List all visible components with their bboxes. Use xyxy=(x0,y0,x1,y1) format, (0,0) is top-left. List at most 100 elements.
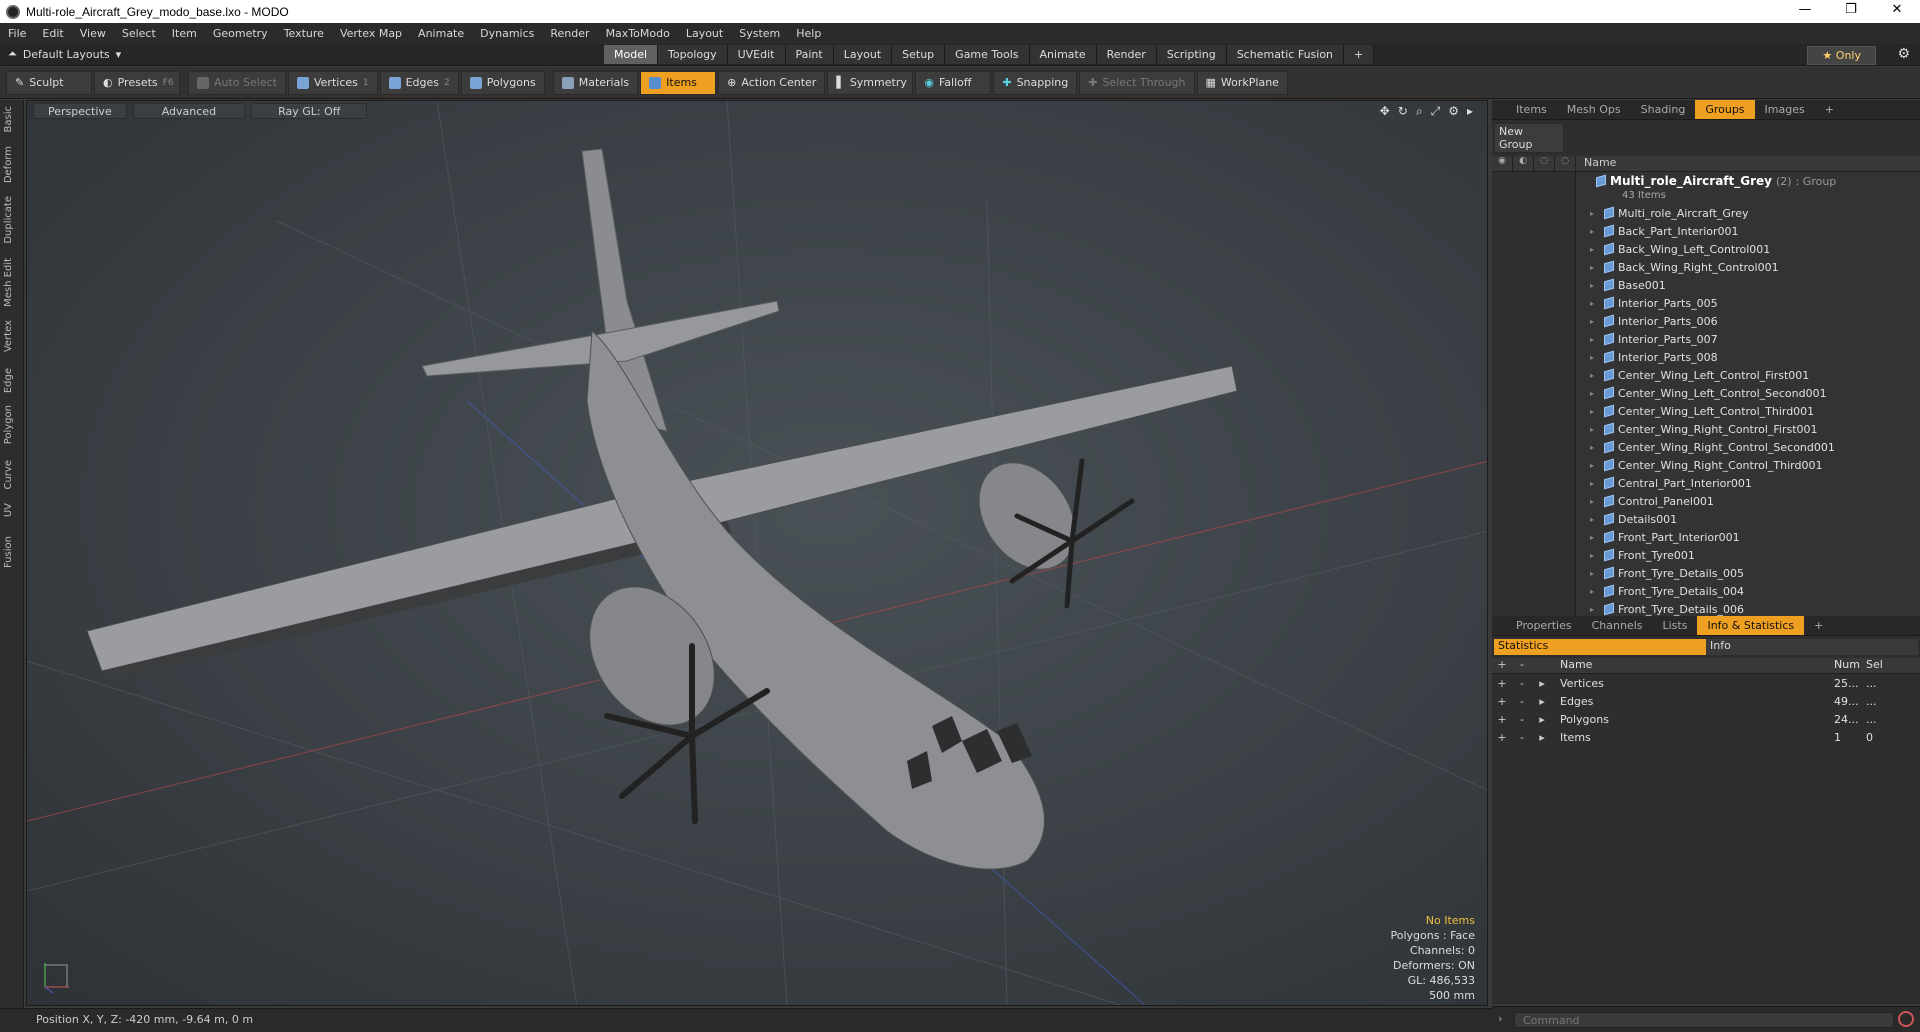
pan-icon[interactable]: ✥ xyxy=(1380,104,1390,119)
lock-col-icon[interactable]: ◌ xyxy=(1534,156,1555,171)
tree-row[interactable]: ▸ Center_Wing_Left_Control_First001 xyxy=(1590,366,1809,384)
add-col-icon[interactable]: + xyxy=(1492,658,1512,673)
symmetry-button[interactable]: ▌ Symmetry xyxy=(827,70,914,95)
minus-icon[interactable]: - xyxy=(1512,731,1532,744)
tree-row[interactable]: ▸ Details001 xyxy=(1590,510,1677,528)
tab-channels[interactable]: Channels xyxy=(1582,616,1653,635)
command-input[interactable] xyxy=(1514,1012,1894,1028)
stat-row-items[interactable]: + - ▸ Items 1 0 xyxy=(1492,728,1920,746)
tab-info-statistics[interactable]: Info & Statistics xyxy=(1697,616,1805,635)
select-col-icon[interactable]: ◌ xyxy=(1555,156,1576,171)
minimize-button[interactable]: — xyxy=(1782,0,1828,23)
tab-paint[interactable]: Paint xyxy=(785,45,834,64)
sculpt-button[interactable]: ✎ Sculpt xyxy=(6,70,92,95)
vertices-button[interactable]: Vertices 1 xyxy=(287,70,378,95)
minus-icon[interactable]: - xyxy=(1512,713,1532,726)
view-perspective-button[interactable]: Perspective xyxy=(33,103,127,119)
tab-render[interactable]: Render xyxy=(1096,45,1157,64)
expand-icon[interactable]: ▸ xyxy=(1590,353,1604,362)
menu-vertex-map[interactable]: Vertex Map xyxy=(332,27,410,40)
tree-row[interactable]: ▸ Center_Wing_Right_Control_Second001 xyxy=(1590,438,1835,456)
menu-dynamics[interactable]: Dynamics xyxy=(472,27,542,40)
fit-icon[interactable]: ⤢ xyxy=(1431,104,1441,119)
tab-uv[interactable]: UV xyxy=(3,503,14,517)
expand-icon[interactable]: ▸ xyxy=(1590,497,1604,506)
tab-edge[interactable]: Edge xyxy=(3,368,14,393)
menu-file[interactable]: File xyxy=(0,27,34,40)
tree-row[interactable]: ▸ Front_Tyre_Details_004 xyxy=(1590,582,1744,600)
minus-icon[interactable]: - xyxy=(1512,677,1532,690)
rotate-icon[interactable]: ↻ xyxy=(1398,104,1408,119)
expand-icon[interactable]: ▸ xyxy=(1590,299,1604,308)
menu-layout[interactable]: Layout xyxy=(678,27,731,40)
action-center-button[interactable]: ⊕ Action Center xyxy=(718,70,826,95)
menu-texture[interactable]: Texture xyxy=(276,27,332,40)
tree-row[interactable]: ▸ Interior_Parts_006 xyxy=(1590,312,1718,330)
menu-animate[interactable]: Animate xyxy=(410,27,472,40)
tab-curve[interactable]: Curve xyxy=(3,460,14,490)
expand-icon[interactable]: ▸ xyxy=(1590,389,1604,398)
tree-row[interactable]: ▸ Front_Tyre001 xyxy=(1590,546,1695,564)
tree-row[interactable]: ▸ Back_Wing_Left_Control001 xyxy=(1590,240,1770,258)
expand-icon[interactable]: ▸ xyxy=(1590,569,1604,578)
edges-button[interactable]: Edges 2 xyxy=(379,70,459,95)
add-icon[interactable]: + xyxy=(1492,713,1512,726)
snapping-button[interactable]: ✚ Snapping xyxy=(993,70,1078,95)
menu-select[interactable]: Select xyxy=(114,27,164,40)
menu-help[interactable]: Help xyxy=(788,27,829,40)
tab-polygon[interactable]: Polygon xyxy=(3,405,14,444)
tab-shading[interactable]: Shading xyxy=(1631,100,1696,119)
menu-system[interactable]: System xyxy=(731,27,788,40)
close-button[interactable]: ✕ xyxy=(1874,0,1920,23)
expand-icon[interactable]: ▸ xyxy=(1590,335,1604,344)
gear-icon[interactable]: ⚙ xyxy=(1897,46,1910,62)
add-icon[interactable]: + xyxy=(1492,731,1512,744)
expand-icon[interactable]: ▸ xyxy=(1532,695,1552,708)
menu-item[interactable]: Item xyxy=(164,27,205,40)
tab-schematic-fusion[interactable]: Schematic Fusion xyxy=(1226,45,1345,64)
command-record-icon[interactable] xyxy=(1898,1011,1914,1027)
add-stat-tab-icon[interactable]: + xyxy=(1804,616,1833,635)
tab-layout[interactable]: Layout xyxy=(833,45,893,64)
tab-vertex[interactable]: Vertex xyxy=(3,320,14,352)
tab-duplicate[interactable]: Duplicate xyxy=(3,196,14,244)
add-icon[interactable]: + xyxy=(1492,677,1512,690)
subtab-statistics[interactable]: Statistics xyxy=(1494,639,1706,655)
stat-row-edges[interactable]: + - ▸ Edges 49... ... xyxy=(1492,692,1920,710)
auto-select-button[interactable]: Auto Select xyxy=(188,70,286,95)
tab-items[interactable]: Items xyxy=(1506,100,1557,119)
expand-icon[interactable]: ▸ xyxy=(1590,533,1604,542)
zoom-icon[interactable]: ⌕ xyxy=(1416,104,1423,119)
tree-row[interactable]: ▸ Base001 xyxy=(1590,276,1666,294)
expand-icon[interactable]: ▸ xyxy=(1590,263,1604,272)
play-icon[interactable]: ▸ xyxy=(1467,104,1473,119)
select-through-button[interactable]: ✚ Select Through xyxy=(1079,70,1195,95)
tree-row[interactable]: ▸ Center_Wing_Right_Control_Third001 xyxy=(1590,456,1822,474)
new-group-button[interactable]: New Group xyxy=(1494,123,1564,153)
maximize-button[interactable]: ❐ xyxy=(1828,0,1874,23)
add-icon[interactable]: + xyxy=(1492,695,1512,708)
expand-icon[interactable]: ▸ xyxy=(1590,407,1604,416)
render-mode-button[interactable]: Advanced xyxy=(132,103,246,119)
menu-render[interactable]: Render xyxy=(542,27,597,40)
expand-icon[interactable]: ▸ xyxy=(1590,605,1604,614)
add-tab-icon[interactable]: + xyxy=(1344,45,1375,64)
tree-row[interactable]: ▸ Center_Wing_Right_Control_First001 xyxy=(1590,420,1818,438)
menu-view[interactable]: View xyxy=(72,27,114,40)
tree-row[interactable]: ▸ Interior_Parts_005 xyxy=(1590,294,1718,312)
menu-edit[interactable]: Edit xyxy=(34,27,71,40)
tab-groups[interactable]: Groups xyxy=(1695,100,1755,119)
visibility-col-icon[interactable]: ◉ xyxy=(1492,156,1513,171)
expand-icon[interactable]: ▸ xyxy=(1590,479,1604,488)
items-button[interactable]: Items xyxy=(640,70,717,95)
tab-mesh-edit[interactable]: Mesh Edit xyxy=(3,258,14,307)
presets-button[interactable]: ◐ Presets F6 xyxy=(94,70,180,95)
raygl-button[interactable]: Ray GL: Off xyxy=(251,103,368,119)
expand-icon[interactable]: ▸ xyxy=(1590,461,1604,470)
tree-row[interactable]: ▸ Front_Part_Interior001 xyxy=(1590,528,1740,546)
tab-properties[interactable]: Properties xyxy=(1506,616,1582,635)
tab-lists[interactable]: Lists xyxy=(1653,616,1698,635)
tab-topology[interactable]: Topology xyxy=(658,45,728,64)
subtab-info[interactable]: Info xyxy=(1706,639,1918,655)
remove-col-icon[interactable]: - xyxy=(1512,658,1532,673)
